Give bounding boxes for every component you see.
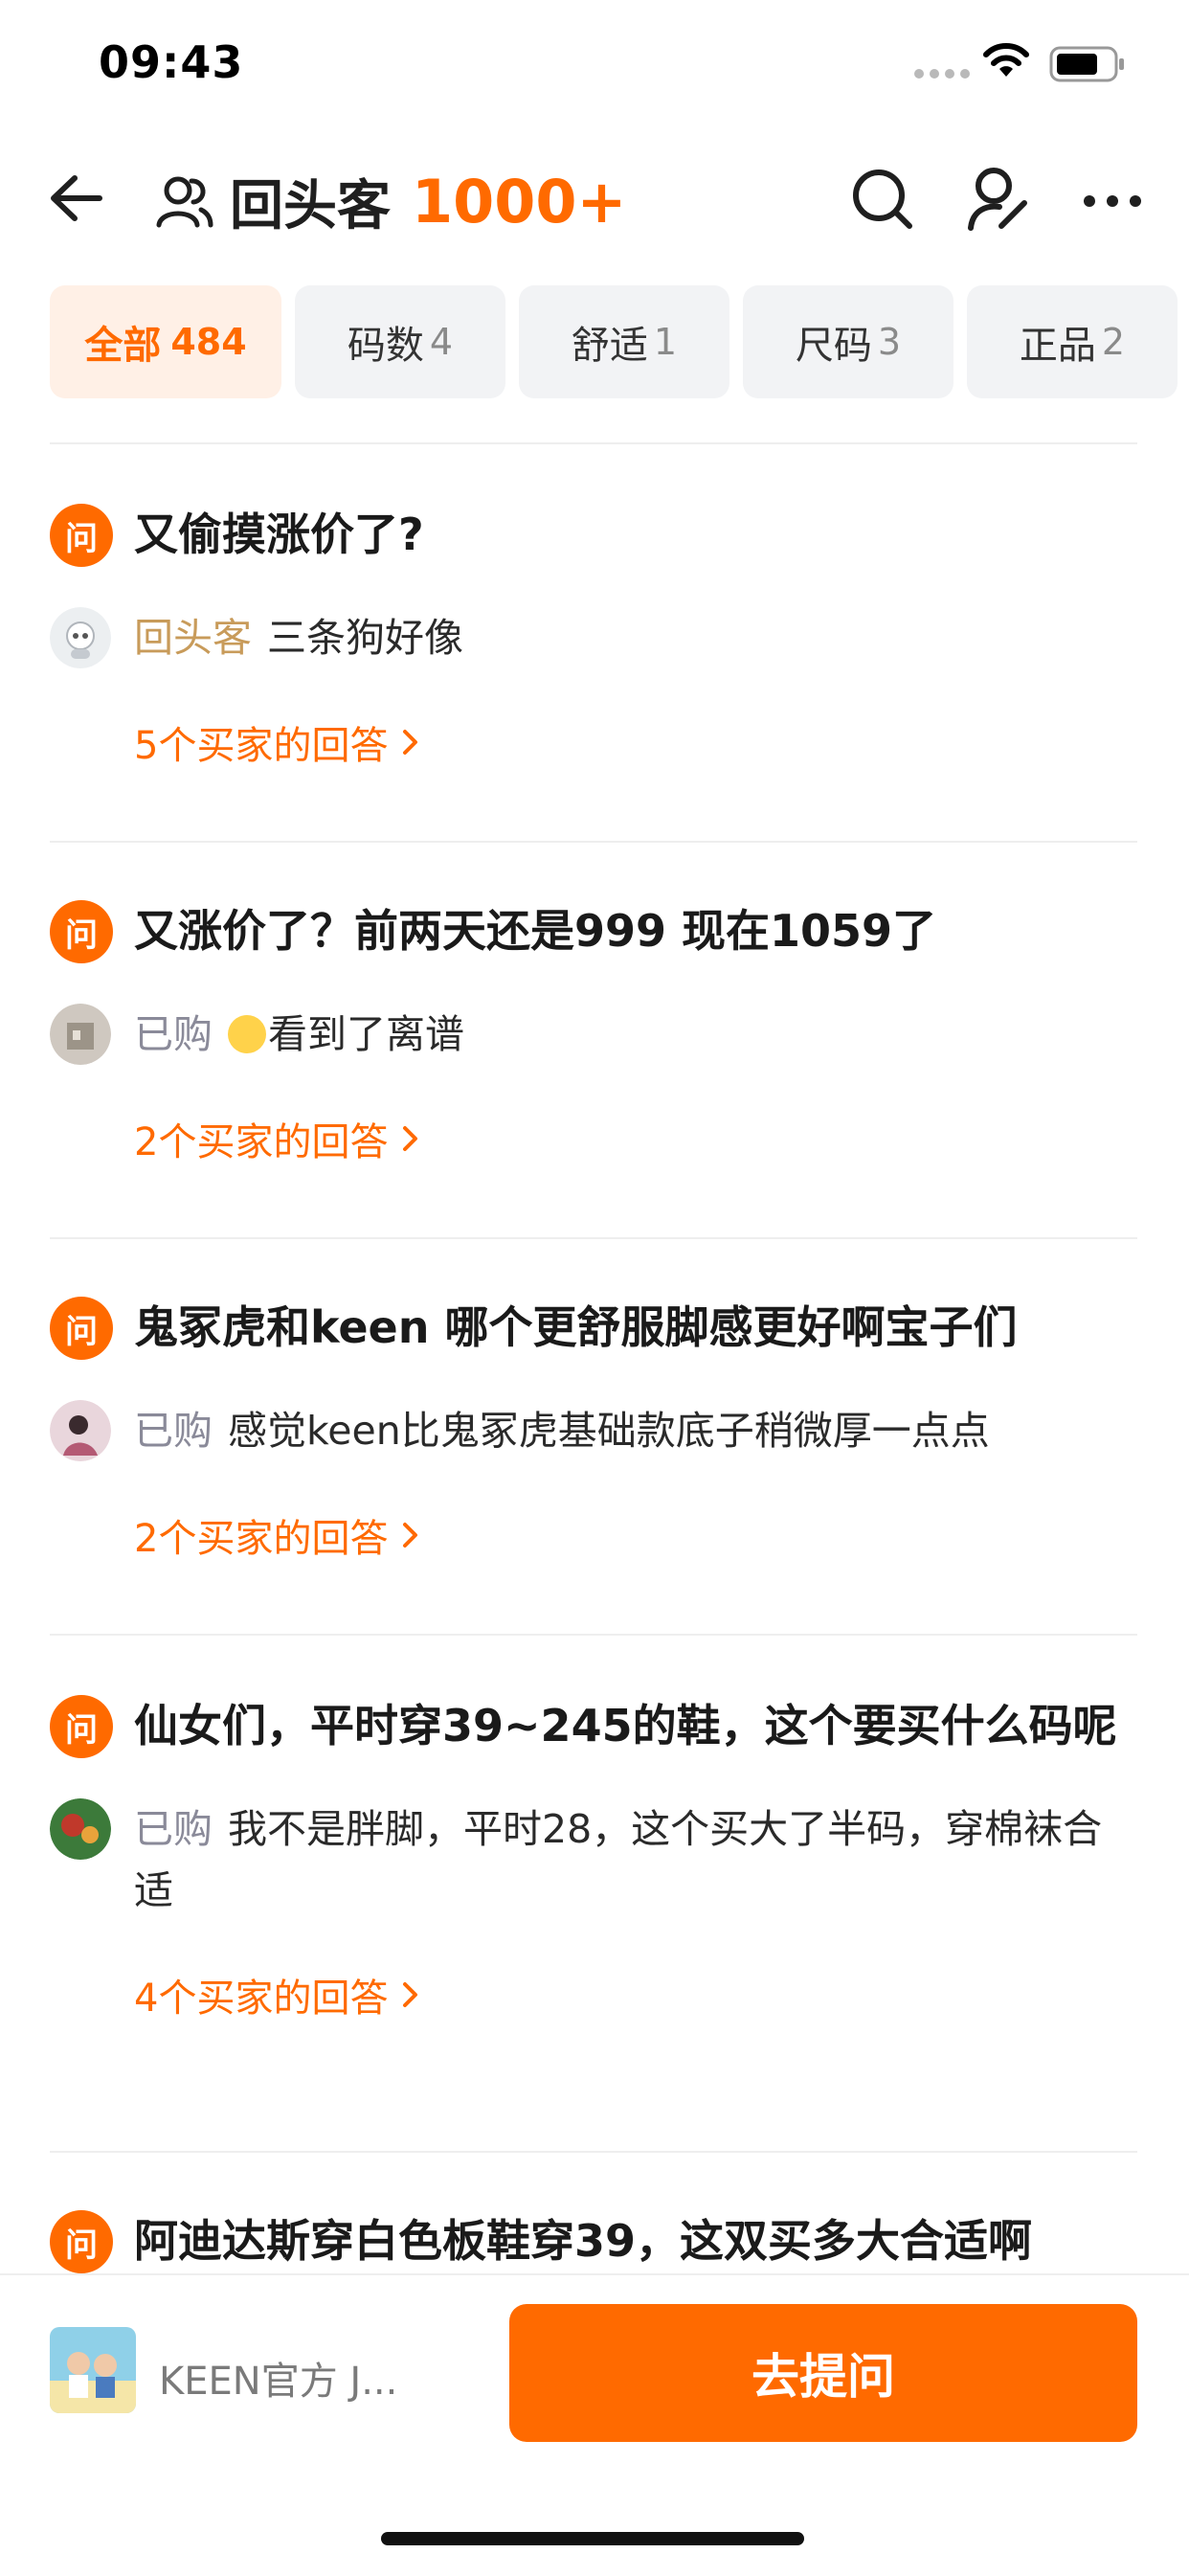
shop-name[interactable]: KEEN官方 J...: [159, 2350, 397, 2406]
avatar: [50, 1400, 111, 1461]
page-title-text: 回头客: [230, 174, 391, 237]
battery-icon: [1049, 46, 1124, 82]
question-text[interactable]: 又涨价了？前两天还是999 现在1059了: [134, 900, 1137, 961]
filter-tabs: 全部 484 码数 4 舒适 1 尺码 3 正品 2: [50, 285, 1178, 398]
question-badge: 问: [50, 900, 113, 963]
chevron-right-icon: [403, 1126, 418, 1151]
avatar: [50, 1004, 111, 1065]
avatar: [50, 607, 111, 668]
chevron-right-icon: [403, 1982, 418, 2007]
question-badge: 问: [50, 1297, 113, 1360]
user-icon: [156, 176, 213, 228]
home-indicator: [381, 2532, 804, 2545]
question-text[interactable]: 阿迪达斯穿白色板鞋穿39，这双买多大合适啊: [134, 2210, 1137, 2271]
ask-question-button[interactable]: 去提问: [509, 2304, 1137, 2442]
question-item[interactable]: 问 鬼冢虎和keen 哪个更舒服脚感更好啊宝子们 已购 感觉keen比鬼冢虎基础款…: [50, 1297, 1137, 1563]
question-text[interactable]: 又偷摸涨价了?: [134, 504, 1137, 565]
divider: [50, 841, 1137, 843]
divider: [50, 1634, 1137, 1636]
page-title-count: 1000+: [412, 166, 627, 237]
header-bar: 回头客 1000+: [0, 153, 1189, 249]
back-arrow-icon[interactable]: [44, 165, 111, 232]
more-answers-link[interactable]: 5个买家的回答: [134, 714, 1137, 770]
answer-tag-purchased: 已购: [134, 1806, 213, 1852]
question-item[interactable]: 问 仙女们，平时穿39~245的鞋，这个要买什么码呢 已购 我不是胖脚，平时28，…: [50, 1695, 1137, 2022]
question-badge: 问: [50, 2210, 113, 2273]
divider: [50, 442, 1137, 444]
more-icon[interactable]: [1076, 163, 1149, 236]
answer-text: 三条狗好像: [267, 615, 463, 661]
answer-tag-returning: 回头客: [134, 615, 252, 661]
answer-tag-purchased: 已购: [134, 1011, 213, 1057]
chevron-right-icon: [403, 730, 418, 755]
answer-text: 我不是胖脚，平时28，这个买大了半码，穿棉袜合适: [134, 1806, 1103, 1913]
question-item[interactable]: 问 又偷摸涨价了? 回头客 三条狗好像 5个买家的回答: [50, 504, 1137, 770]
more-answers-link[interactable]: 2个买家的回答: [134, 1507, 1137, 1563]
question-item[interactable]: 问 又涨价了？前两天还是999 现在1059了 已购 看到了离谱 2个买家的回答: [50, 900, 1137, 1166]
question-item[interactable]: 问 阿迪达斯穿白色板鞋穿39，这双买多大合适啊: [50, 2210, 1137, 2273]
question-badge: 问: [50, 504, 113, 567]
tab-comfort[interactable]: 舒适 1: [519, 285, 729, 398]
tab-all[interactable]: 全部 484: [50, 285, 281, 398]
more-answers-link[interactable]: 4个买家的回答: [134, 1967, 1137, 2022]
page-title: 回头客 1000+: [153, 163, 627, 239]
answer-tag-purchased: 已购: [134, 1408, 213, 1454]
user-edit-icon[interactable]: [961, 163, 1034, 236]
answer-text: 看到了离谱: [268, 1011, 464, 1057]
tab-authentic[interactable]: 正品 2: [967, 285, 1178, 398]
cellular-signal-icon: [914, 69, 970, 79]
search-icon[interactable]: [846, 163, 919, 236]
wifi-icon: [983, 43, 1029, 77]
question-badge: 问: [50, 1695, 113, 1758]
divider: [50, 2151, 1137, 2153]
tab-size[interactable]: 尺码 3: [743, 285, 953, 398]
more-answers-link[interactable]: 2个买家的回答: [134, 1111, 1137, 1166]
question-text[interactable]: 鬼冢虎和keen 哪个更舒服脚感更好啊宝子们: [134, 1297, 1137, 1358]
divider: [50, 1237, 1137, 1239]
chevron-right-icon: [403, 1523, 418, 1548]
shop-thumbnail[interactable]: [50, 2327, 136, 2413]
bottom-action-bar: KEEN官方 J... 去提问: [0, 2273, 1189, 2576]
answer-text: 感觉keen比鬼冢虎基础款底子稍微厚一点点: [228, 1408, 990, 1454]
status-bar: 09:43: [0, 0, 1189, 124]
tab-size-number[interactable]: 码数 4: [295, 285, 505, 398]
avatar: [50, 1798, 111, 1860]
laughing-emoji-icon: [228, 1015, 266, 1053]
question-text[interactable]: 仙女们，平时穿39~245的鞋，这个要买什么码呢: [134, 1695, 1137, 1756]
status-time: 09:43: [99, 36, 244, 88]
